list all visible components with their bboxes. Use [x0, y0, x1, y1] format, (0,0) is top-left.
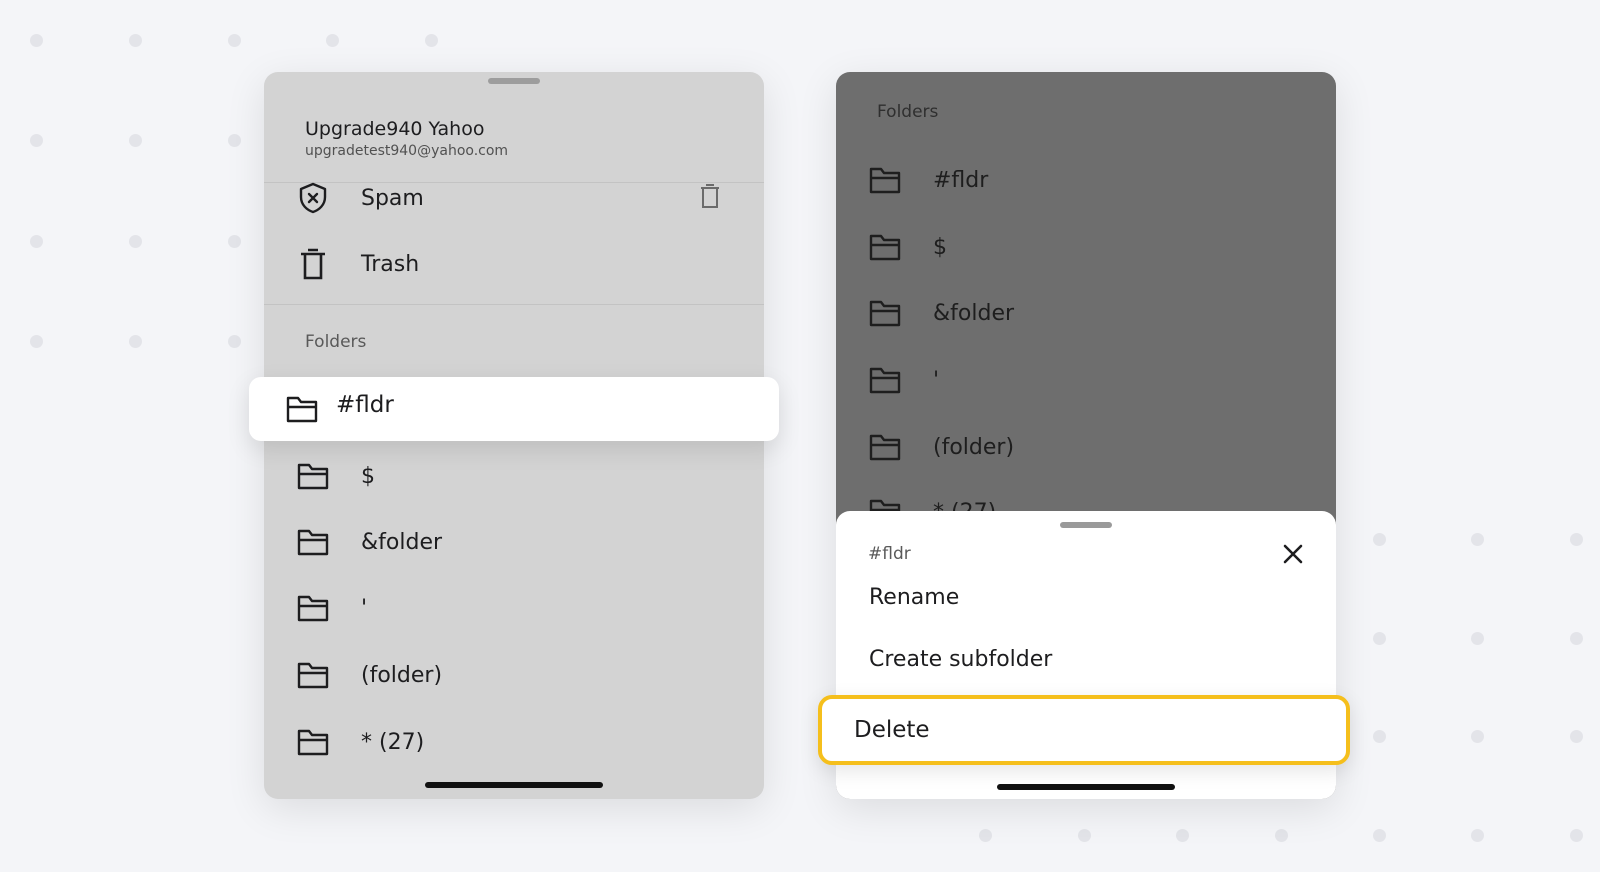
folder-label: Trash — [361, 251, 420, 277]
folder-icon — [868, 363, 902, 397]
folder-label: ' — [933, 367, 940, 393]
folder-icon — [868, 430, 902, 464]
section-divider — [264, 304, 764, 305]
folder-label: &folder — [361, 529, 443, 555]
folders-header: Folders — [305, 332, 367, 352]
folder-icon — [296, 725, 330, 759]
folder-icon — [868, 230, 902, 264]
trash-icon — [296, 247, 330, 281]
folder-item[interactable]: ' — [836, 350, 1336, 410]
folder-label: ' — [361, 595, 368, 621]
delete-label: Delete — [854, 717, 930, 743]
folder-label: #fldr — [336, 392, 394, 418]
rename-button[interactable]: Rename — [869, 585, 959, 610]
folder-icon — [284, 391, 320, 427]
folder-label: $ — [933, 234, 947, 260]
folder-item[interactable]: (folder) — [264, 645, 764, 705]
drawer-grabber[interactable] — [488, 78, 540, 84]
folder-item[interactable]: * (27) — [264, 712, 764, 772]
folder-icon — [868, 163, 902, 197]
close-icon[interactable] — [1280, 541, 1306, 567]
empty-spam-trash-icon[interactable] — [696, 182, 724, 210]
folder-label: #fldr — [933, 167, 989, 193]
folder-item[interactable]: ' — [264, 578, 764, 638]
create-subfolder-button[interactable]: Create subfolder — [869, 647, 1052, 672]
delete-folder-button[interactable]: Delete — [818, 695, 1350, 765]
folder-item[interactable]: (folder) — [836, 417, 1336, 477]
folder-item[interactable]: $ — [264, 446, 764, 506]
folder-item[interactable]: #fldr — [836, 150, 1336, 210]
folder-label: (folder) — [361, 662, 443, 688]
folder-label: &folder — [933, 300, 1015, 326]
folder-label: $ — [361, 463, 375, 489]
folder-icon — [296, 658, 330, 692]
shield-x-icon — [296, 181, 330, 215]
folder-item[interactable]: $ — [836, 217, 1336, 277]
background-dot-pattern — [0, 0, 1600, 872]
home-indicator — [997, 784, 1175, 790]
folder-icon — [296, 459, 330, 493]
folder-item[interactable]: &folder — [264, 512, 764, 572]
folder-item-spam[interactable]: Spam — [264, 168, 764, 228]
folder-item-trash[interactable]: Trash — [264, 234, 764, 294]
folder-label: * (27) — [361, 729, 425, 755]
folder-icon — [868, 296, 902, 330]
home-indicator — [425, 782, 603, 788]
account-email: upgradetest940@yahoo.com — [305, 143, 509, 159]
folder-icon — [296, 591, 330, 625]
folder-label: Spam — [361, 185, 424, 211]
dragged-folder-card[interactable]: #fldr — [249, 377, 779, 441]
sheet-title: #fldr — [868, 544, 911, 564]
folder-label: (folder) — [933, 434, 1015, 460]
folder-item[interactable]: &folder — [836, 283, 1336, 343]
folders-header: Folders — [877, 102, 939, 122]
sheet-grabber[interactable] — [1060, 522, 1112, 528]
account-name: Upgrade940 Yahoo — [305, 118, 485, 140]
folder-icon — [296, 525, 330, 559]
